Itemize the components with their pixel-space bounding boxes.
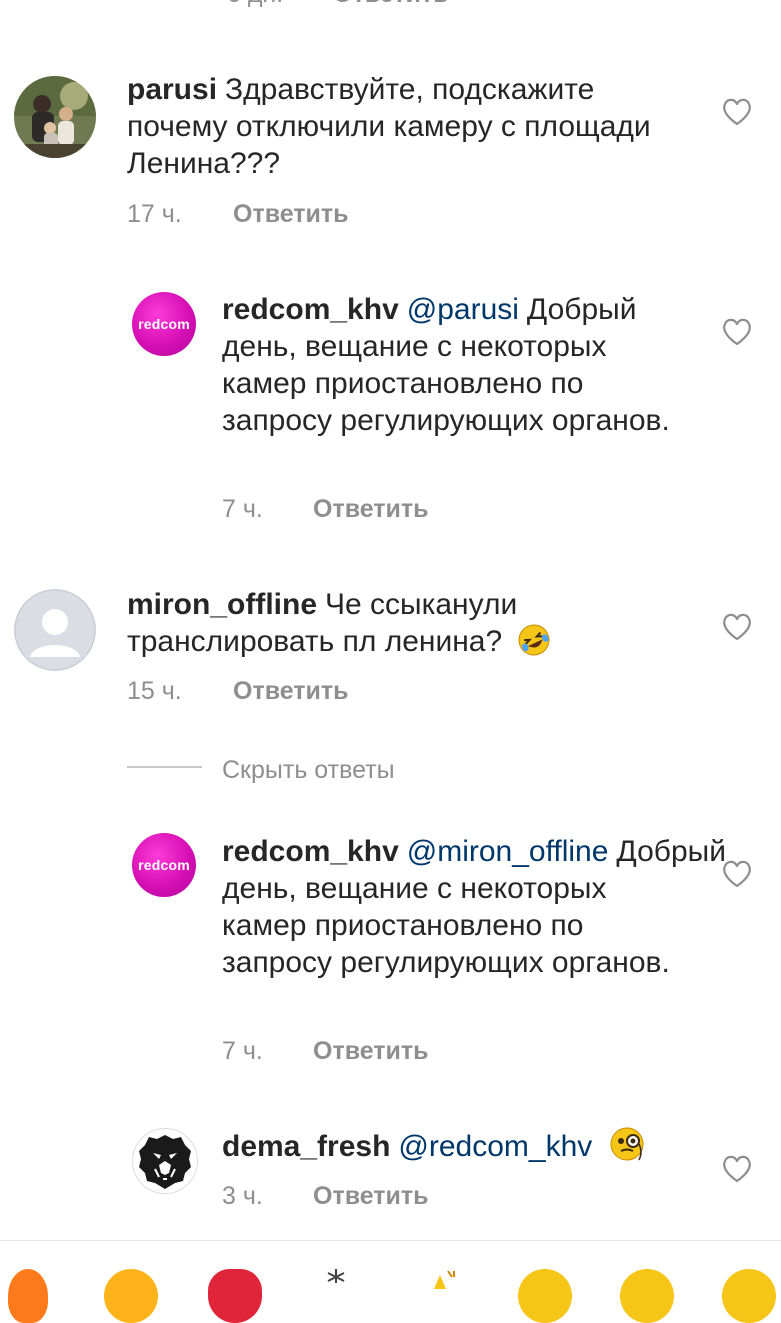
username[interactable]: parusi bbox=[127, 73, 217, 106]
reply-button[interactable]: Ответить bbox=[233, 200, 349, 229]
hide-replies-button[interactable]: Скрыть ответы bbox=[222, 756, 395, 785]
fire-emoji-icon[interactable] bbox=[8, 1269, 48, 1323]
avatar[interactable] bbox=[14, 589, 96, 671]
reply-button[interactable]: Ответить bbox=[313, 1182, 429, 1211]
reply-button[interactable]: Ответить bbox=[313, 495, 429, 524]
like-heart-icon[interactable] bbox=[722, 860, 752, 888]
avatar[interactable] bbox=[14, 76, 96, 158]
redcom-avatar[interactable]: redcom bbox=[132, 292, 196, 356]
like-heart-icon[interactable] bbox=[722, 613, 752, 641]
monocle-face-emoji bbox=[609, 1126, 645, 1162]
comment-time: 7 ч. bbox=[222, 495, 263, 523]
redcom-logo-text: redcom bbox=[138, 316, 190, 332]
comment-time: 7 ч. bbox=[222, 1037, 263, 1065]
rolling-laughing-emoji bbox=[517, 623, 551, 657]
comment-time: 3 ч. bbox=[222, 1182, 263, 1210]
wink-emoji-icon[interactable] bbox=[722, 1269, 776, 1323]
comment-time: 6 дн. bbox=[227, 0, 333, 9]
mention-link[interactable]: @parusi bbox=[407, 293, 519, 326]
username[interactable]: redcom_khv bbox=[222, 293, 399, 326]
lion-logo-avatar[interactable] bbox=[132, 1128, 198, 1194]
like-heart-icon[interactable] bbox=[722, 318, 752, 346]
sparkle-emoji-icon[interactable] bbox=[318, 1269, 354, 1323]
comment-text: redcom_khv @parusi Добрый день, вещание с … bbox=[222, 291, 672, 439]
like-heart-icon[interactable] bbox=[722, 1155, 752, 1183]
grin-emoji-icon[interactable] bbox=[518, 1269, 572, 1323]
mention-link[interactable]: @redcom_khv bbox=[398, 1130, 592, 1163]
comment-time: 15 ч. bbox=[127, 677, 182, 705]
reply-button[interactable]: Ответить bbox=[313, 1037, 429, 1066]
username[interactable]: redcom_khv bbox=[222, 835, 399, 868]
laugh-emoji-icon[interactable] bbox=[620, 1269, 674, 1323]
username[interactable]: miron_offline bbox=[127, 588, 317, 621]
mention-link[interactable]: @miron_offline bbox=[407, 835, 609, 868]
reply-button[interactable]: Ответить bbox=[233, 677, 349, 706]
smile-emoji-icon[interactable] bbox=[104, 1269, 158, 1323]
redcom-logo-text: redcom bbox=[138, 857, 190, 873]
like-heart-icon[interactable] bbox=[722, 98, 752, 126]
redcom-avatar[interactable]: redcom bbox=[132, 833, 196, 897]
comment-text: dema_fresh @redcom_khv bbox=[222, 1126, 702, 1165]
comment-text: parusi Здравствуйте, подскажите почему от… bbox=[127, 71, 687, 182]
clap-emoji-icon[interactable] bbox=[420, 1269, 464, 1323]
comment-text: redcom_khv @miron_offline Добрый день, вещ… bbox=[222, 833, 726, 981]
comment-text: miron_offline Че ссыканули транслировать … bbox=[127, 586, 687, 660]
comment-time: 17 ч. bbox=[127, 200, 182, 228]
reply-button[interactable]: Ответить bbox=[333, 0, 449, 9]
username[interactable]: dema_fresh bbox=[222, 1130, 390, 1163]
red-heart-emoji-icon[interactable] bbox=[208, 1269, 262, 1323]
emoji-quick-bar bbox=[0, 1240, 781, 1323]
previous-comment-meta-clipped: 6 дн. Ответить bbox=[0, 0, 781, 10]
hide-replies-divider bbox=[127, 766, 202, 768]
